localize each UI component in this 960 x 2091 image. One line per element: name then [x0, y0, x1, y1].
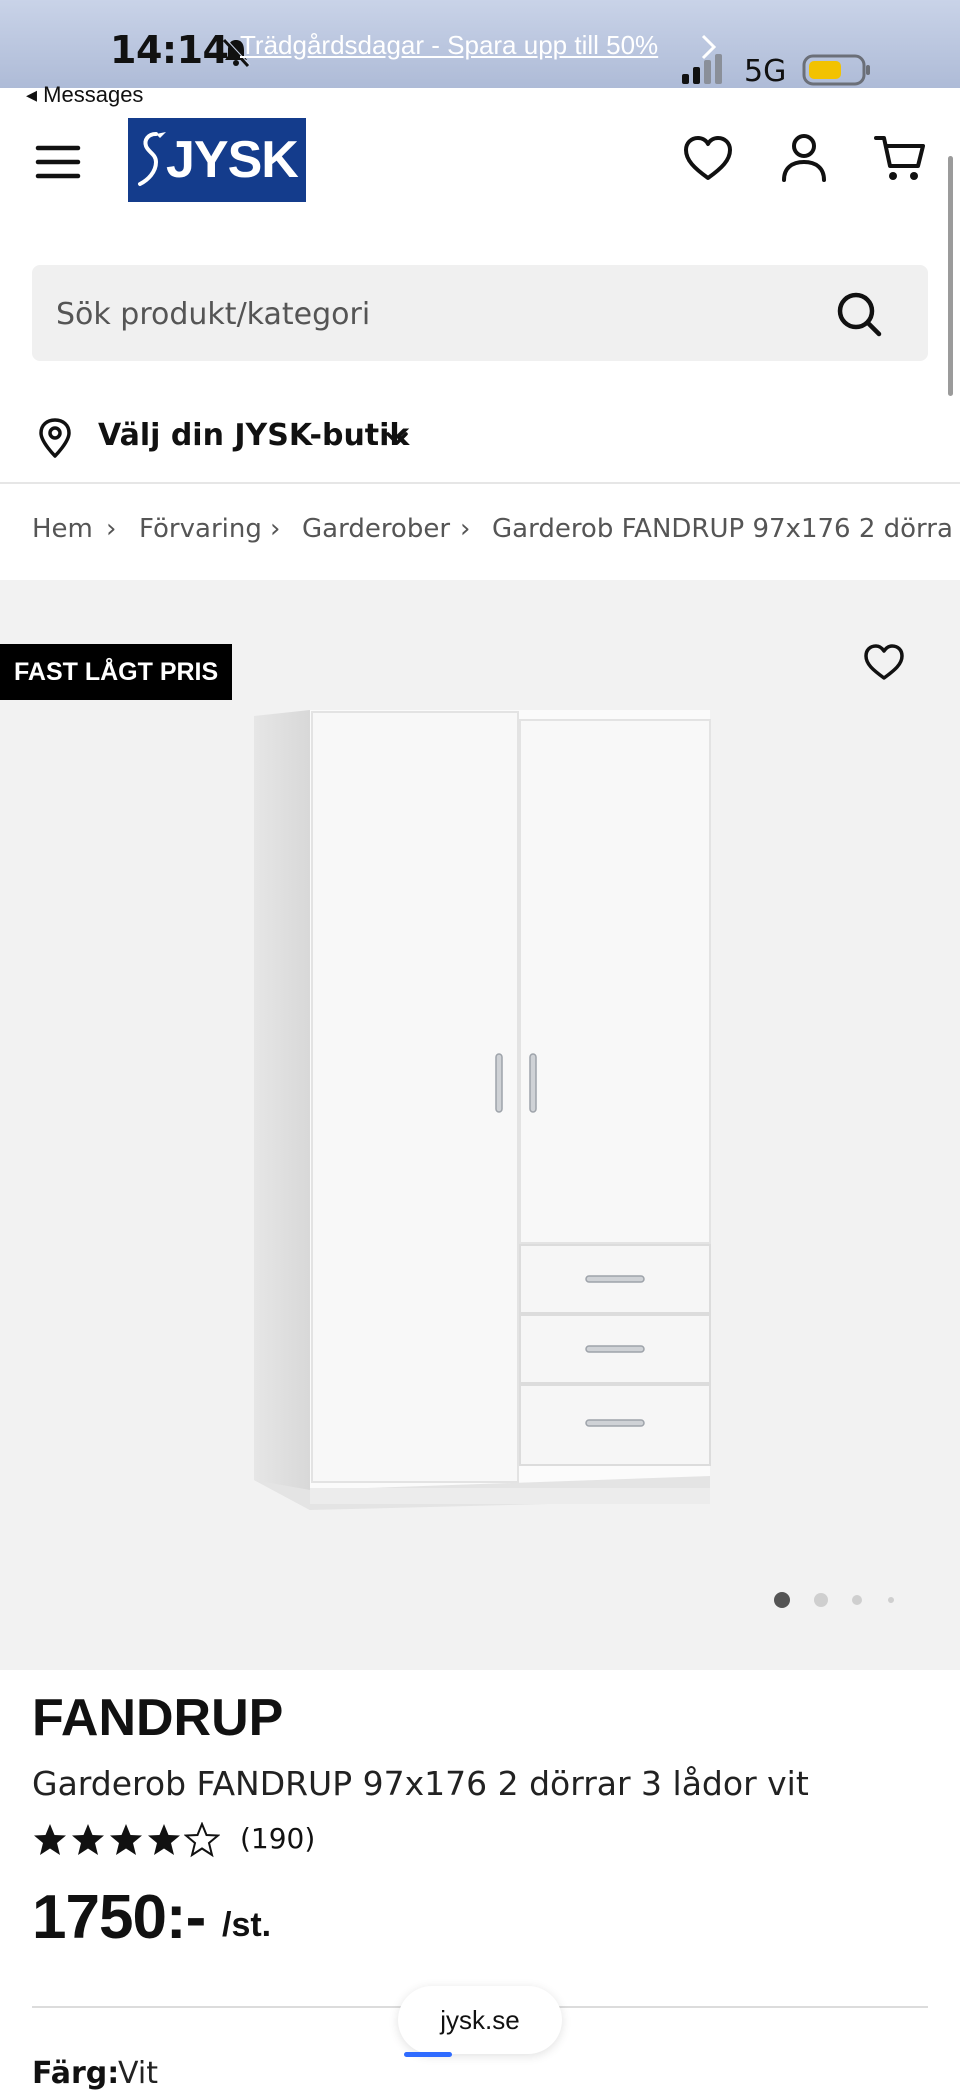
- wardrobe-product-image: [254, 710, 711, 1510]
- pagination-dot[interactable]: [814, 1593, 828, 1607]
- location-pin-icon[interactable]: [36, 418, 74, 458]
- header-divider: [0, 482, 960, 484]
- breadcrumb-storage[interactable]: Förvaring: [139, 514, 262, 544]
- breadcrumb-separator-icon: ›: [460, 514, 471, 544]
- star-filled-icon: [148, 1824, 180, 1855]
- breadcrumb-home[interactable]: Hem: [32, 514, 93, 544]
- status-time: 14:14: [110, 28, 229, 72]
- network-label: 5G: [744, 54, 787, 89]
- pagination-dot-active[interactable]: [774, 1592, 790, 1608]
- scrollbar[interactable]: [948, 156, 953, 396]
- product-name: Garderob FANDRUP 97x176 2 dörrar 3 lådor…: [32, 1764, 809, 1803]
- wishlist-heart-icon[interactable]: [862, 640, 906, 684]
- search-icon[interactable]: [834, 289, 884, 339]
- pagination-dot[interactable]: [852, 1595, 862, 1605]
- user-icon[interactable]: [776, 130, 832, 186]
- product-brand: FANDRUP: [32, 1689, 284, 1747]
- search-input[interactable]: [54, 265, 818, 363]
- search-box[interactable]: [32, 265, 928, 363]
- breadcrumb-separator-icon: ›: [106, 514, 117, 544]
- image-pagination-dots[interactable]: [770, 1588, 900, 1612]
- url-text: jysk.se: [440, 2005, 520, 2035]
- signal-icon: [682, 54, 722, 84]
- product-price: 1750:-: [32, 1883, 206, 1952]
- select-store-button[interactable]: Välj din JYSK-butik: [98, 418, 409, 453]
- chevron-down-icon[interactable]: [382, 424, 412, 454]
- product-image-gallery[interactable]: FAST LÅGT PRIS: [0, 580, 960, 1670]
- price-unit: /st.: [222, 1906, 272, 1944]
- promo-banner-link[interactable]: Trädgårdsdagar - Spara upp till 50%: [240, 30, 658, 61]
- page-load-progress: [404, 2052, 452, 2057]
- back-to-messages-link[interactable]: ◂ Messages: [26, 82, 143, 108]
- status-bar: 14:14 Trädgårdsdagar - Spara upp till 50…: [0, 0, 960, 89]
- breadcrumb-separator-icon: ›: [270, 514, 281, 544]
- battery-icon: [802, 54, 870, 86]
- star-filled-icon: [34, 1824, 66, 1855]
- cart-icon[interactable]: [872, 130, 928, 186]
- pagination-dot[interactable]: [888, 1597, 894, 1603]
- browser-url-pill[interactable]: jysk.se: [398, 1986, 562, 2054]
- fast-low-price-badge: FAST LÅGT PRIS: [0, 644, 233, 700]
- menu-icon[interactable]: [34, 138, 84, 188]
- star-filled-icon: [72, 1824, 104, 1855]
- heart-icon[interactable]: [680, 130, 736, 186]
- logo-text: JYSK: [166, 131, 299, 189]
- star-filled-icon: [110, 1824, 142, 1855]
- star-empty-icon: [184, 1822, 220, 1858]
- review-count[interactable]: (190): [240, 1822, 315, 1855]
- jysk-logo[interactable]: JYSK: [128, 118, 306, 202]
- breadcrumb-wardrobes[interactable]: Garderober: [302, 514, 450, 544]
- breadcrumb-current: Garderob FANDRUP 97x176 2 dörra: [492, 514, 953, 544]
